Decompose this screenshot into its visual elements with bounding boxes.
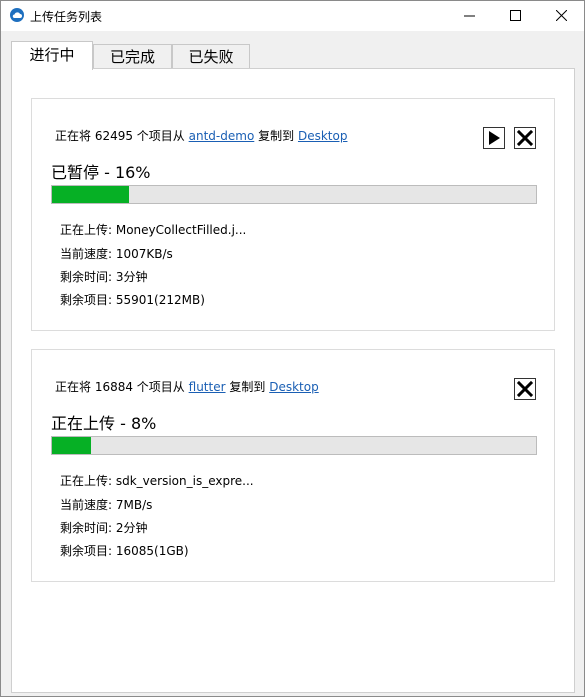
tab-in-progress[interactable]: 进行中 bbox=[11, 41, 93, 70]
title-bar: 上传任务列表 bbox=[1, 1, 584, 31]
tab-completed[interactable]: 已完成 bbox=[93, 44, 172, 69]
time-remaining: 剩余时间: 3分钟 bbox=[60, 270, 148, 284]
desc-mid: 复制到 bbox=[229, 380, 266, 394]
cloud-icon bbox=[10, 8, 24, 22]
task-card: 正在将 16884 个项目从 flutter 复制到 Desktop 正在上传 … bbox=[31, 349, 555, 582]
desc-prefix: 正在将 16884 个项目从 bbox=[55, 380, 185, 394]
target-link[interactable]: Desktop bbox=[298, 129, 348, 143]
target-link[interactable]: Desktop bbox=[269, 380, 319, 394]
task-status: 已暂停 - 16% bbox=[51, 163, 151, 182]
upload-task-window: 上传任务列表 进行中 已完成 已失败 正在将 62495 个项目从 antd-d… bbox=[0, 0, 585, 697]
desc-mid: 复制到 bbox=[258, 129, 295, 143]
current-file: 正在上传: sdk_version_is_expre... bbox=[60, 474, 254, 488]
progress-fill bbox=[52, 186, 130, 203]
task-description: 正在将 62495 个项目从 antd-demo 复制到 Desktop bbox=[55, 127, 347, 144]
progress-fill bbox=[52, 437, 91, 454]
current-speed: 当前速度: 7MB/s bbox=[60, 498, 153, 512]
task-status: 正在上传 - 8% bbox=[51, 414, 157, 433]
progress-bar bbox=[51, 185, 537, 204]
play-icon[interactable] bbox=[483, 127, 505, 149]
window-title: 上传任务列表 bbox=[30, 10, 103, 24]
current-speed: 当前速度: 1007KB/s bbox=[60, 247, 173, 261]
close-icon[interactable] bbox=[514, 127, 536, 149]
source-link[interactable]: antd-demo bbox=[189, 129, 255, 143]
task-list-panel: 正在将 62495 个项目从 antd-demo 复制到 Desktop 已暂停… bbox=[11, 68, 575, 693]
task-description: 正在将 16884 个项目从 flutter 复制到 Desktop bbox=[55, 378, 319, 395]
current-file: 正在上传: MoneyCollectFilled.j... bbox=[60, 223, 247, 237]
tab-failed[interactable]: 已失败 bbox=[172, 44, 250, 69]
items-remaining: 剩余项目: 16085(1GB) bbox=[60, 544, 189, 558]
time-remaining: 剩余时间: 2分钟 bbox=[60, 521, 148, 535]
progress-bar bbox=[51, 436, 537, 455]
close-icon[interactable] bbox=[514, 378, 536, 400]
items-remaining: 剩余项目: 55901(212MB) bbox=[60, 293, 205, 307]
desc-prefix: 正在将 62495 个项目从 bbox=[55, 129, 185, 143]
source-link[interactable]: flutter bbox=[189, 380, 226, 394]
task-card: 正在将 62495 个项目从 antd-demo 复制到 Desktop 已暂停… bbox=[31, 98, 555, 331]
maximize-button[interactable] bbox=[492, 1, 538, 31]
minimize-button[interactable] bbox=[446, 1, 492, 31]
close-window-button[interactable] bbox=[538, 1, 584, 31]
